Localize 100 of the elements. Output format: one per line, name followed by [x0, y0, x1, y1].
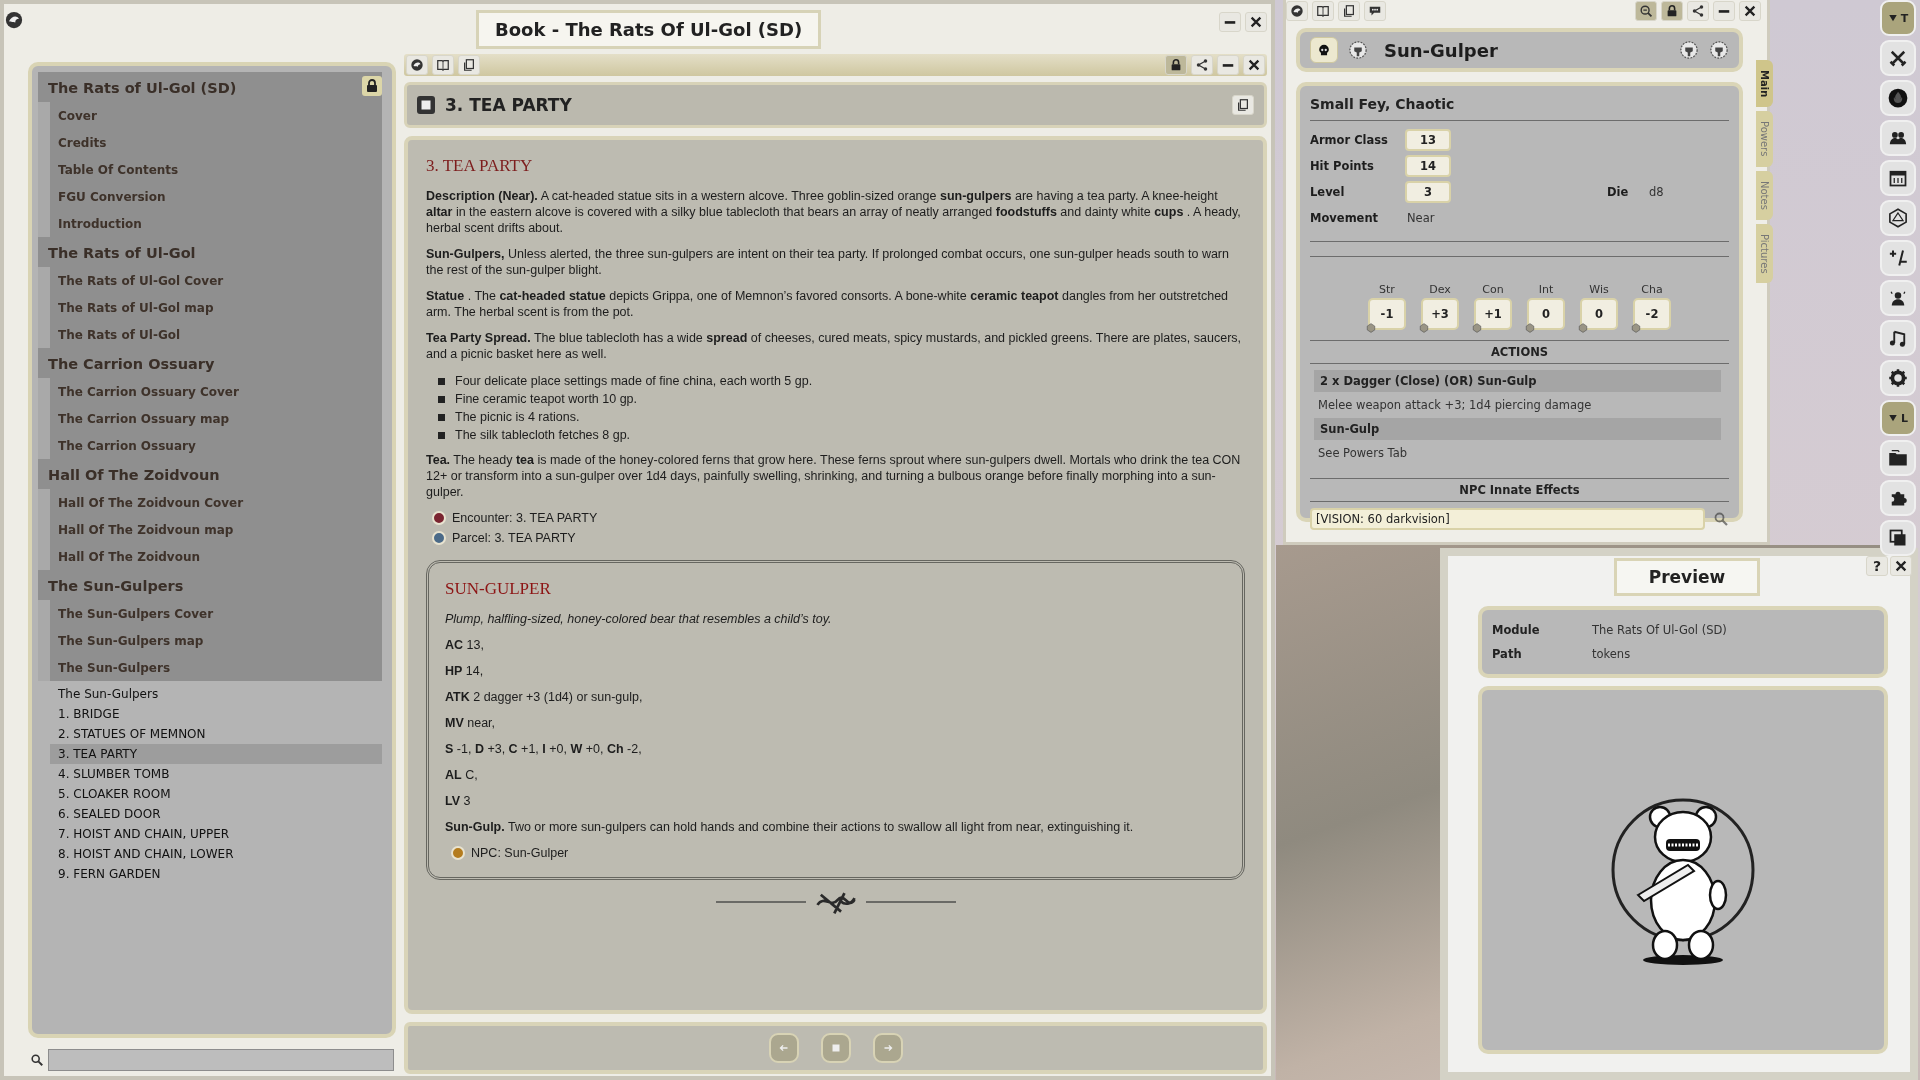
ability-score-field[interactable]: +1 [1474, 298, 1512, 330]
action-name[interactable]: Sun-Gulp [1314, 418, 1721, 440]
page-item[interactable]: 9. FERN GARDEN [50, 864, 382, 884]
lock-button[interactable] [1165, 55, 1187, 75]
ability-score-field[interactable]: 0 [1527, 298, 1565, 330]
ability-score-field[interactable]: +3 [1421, 298, 1459, 330]
crossed-swords-button[interactable] [1880, 40, 1916, 76]
index-item[interactable]: Table Of Contents [50, 156, 382, 183]
zoom-button[interactable] [1635, 1, 1657, 21]
index-section-header[interactable]: The Sun-Gulpers [38, 570, 382, 600]
category-button[interactable]: T [1880, 0, 1916, 36]
die-icon[interactable] [1419, 323, 1429, 333]
die-icon[interactable] [1578, 323, 1588, 333]
page-item[interactable]: 7. HOIST AND CHAIN, UPPER [50, 824, 382, 844]
copy-button[interactable] [1338, 1, 1360, 21]
ability-score-field[interactable]: -1 [1368, 298, 1406, 330]
emblem-icon[interactable] [4, 10, 24, 30]
lock-icon[interactable] [362, 76, 382, 96]
minimize-button[interactable] [1217, 55, 1239, 75]
action-name[interactable]: 2 x Dagger (Close) (OR) Sun-Gulp [1314, 370, 1721, 392]
die-icon[interactable] [1472, 323, 1482, 333]
index-section-header[interactable]: The Rats of Ul-Gol [38, 237, 382, 267]
token-icon[interactable] [1679, 40, 1699, 60]
emblem-button[interactable] [406, 55, 428, 75]
index-item[interactable]: The Sun-Gulpers [50, 654, 382, 681]
parcel-link-icon[interactable] [432, 531, 446, 545]
book-button[interactable] [432, 55, 454, 75]
index-item[interactable]: The Sun-Gulpers Cover [50, 600, 382, 627]
die-icon[interactable] [1525, 323, 1535, 333]
index-item[interactable]: The Carrion Ossuary Cover [50, 378, 382, 405]
index-item[interactable]: Introduction [50, 210, 382, 237]
number-field[interactable]: 14 [1405, 155, 1451, 177]
index-item[interactable]: Cover [50, 102, 382, 129]
token-icon[interactable] [1348, 40, 1368, 60]
stacked-cards-button[interactable] [1880, 520, 1916, 556]
index-item[interactable]: The Rats of Ul-Gol Cover [50, 267, 382, 294]
index-item[interactable]: The Rats of Ul-Gol [50, 321, 382, 348]
page-item[interactable]: 6. SEALED DOOR [50, 804, 382, 824]
encounter-link-icon[interactable] [432, 511, 446, 525]
close-button[interactable] [1243, 55, 1265, 75]
search-field[interactable] [48, 1049, 394, 1071]
close-button[interactable] [1890, 556, 1912, 576]
help-button[interactable]: ? [1866, 556, 1888, 576]
settings-button[interactable] [1880, 360, 1916, 396]
index-item[interactable]: Hall Of The Zoidvoun Cover [50, 489, 382, 516]
share-button[interactable] [1687, 1, 1709, 21]
ability-score-field[interactable]: 0 [1580, 298, 1618, 330]
index-item[interactable]: The Carrion Ossuary map [50, 405, 382, 432]
tab[interactable]: Main [1756, 60, 1773, 108]
index-section-header[interactable]: Hall Of The Zoidvoun [38, 459, 382, 489]
index-item[interactable]: Credits [50, 129, 382, 156]
index-item[interactable]: The Rats of Ul-Gol map [50, 294, 382, 321]
close-button[interactable] [1739, 1, 1761, 21]
minimize-button[interactable] [1219, 12, 1241, 32]
index-item[interactable]: The Sun-Gulpers map [50, 627, 382, 654]
people-button[interactable] [1880, 120, 1916, 156]
plus-minus-button[interactable] [1880, 240, 1916, 276]
npc-link-icon[interactable] [451, 846, 465, 860]
page-item[interactable]: 1. BRIDGE [50, 704, 382, 724]
puzzle-piece-button[interactable] [1880, 480, 1916, 516]
chat-button[interactable] [1364, 1, 1386, 21]
emblem-button[interactable] [1286, 1, 1308, 21]
record-link[interactable]: Parcel: 3. TEA PARTY [452, 530, 576, 546]
index-item[interactable]: The Carrion Ossuary [50, 432, 382, 459]
minimize-button[interactable] [1713, 1, 1735, 21]
person-button[interactable] [1880, 280, 1916, 316]
die-icon[interactable] [1366, 323, 1376, 333]
die-icon[interactable] [1631, 323, 1641, 333]
dice-button[interactable] [1880, 200, 1916, 236]
number-field[interactable]: 3 [1405, 181, 1451, 203]
effect-field[interactable]: [VISION: 60 darkvision] [1310, 508, 1705, 530]
ability-score-field[interactable]: -2 [1633, 298, 1671, 330]
copy-button[interactable] [458, 55, 480, 75]
book-button[interactable] [1312, 1, 1334, 21]
index-item[interactable]: Hall Of The Zoidvoun [50, 543, 382, 570]
lock-button[interactable] [1661, 1, 1683, 21]
flame-button[interactable] [1880, 80, 1916, 116]
search-icon[interactable] [1713, 511, 1729, 527]
copy-button[interactable] [1232, 95, 1254, 115]
music-note-button[interactable] [1880, 320, 1916, 356]
page-item[interactable]: 8. HOIST AND CHAIN, LOWER [50, 844, 382, 864]
share-button[interactable] [1191, 55, 1213, 75]
folder-button[interactable] [1880, 440, 1916, 476]
record-link[interactable]: Encounter: 3. TEA PARTY [452, 510, 598, 526]
index-item[interactable]: Hall Of The Zoidvoun map [50, 516, 382, 543]
category-button[interactable]: L [1880, 400, 1916, 436]
index-item[interactable]: FGU Conversion [50, 183, 382, 210]
page-item[interactable]: 5. CLOAKER ROOM [50, 784, 382, 804]
index-section-header[interactable]: The Rats of Ul-Gol (SD) [38, 72, 382, 102]
index-section-header[interactable]: The Carrion Ossuary [38, 348, 382, 378]
record-link[interactable]: NPC: Sun-Gulper [471, 845, 569, 861]
close-button[interactable] [1245, 12, 1267, 32]
page-item[interactable]: 3. TEA PARTY [50, 744, 382, 764]
page-item[interactable]: 4. SLUMBER TOMB [50, 764, 382, 784]
page-item[interactable]: The Sun-Gulpers [50, 684, 382, 704]
calendar-button[interactable] [1880, 160, 1916, 196]
number-field[interactable]: 13 [1405, 129, 1451, 151]
token-icon[interactable] [1709, 40, 1729, 60]
skull-button[interactable] [1310, 37, 1338, 63]
page-item[interactable]: 2. STATUES OF MEMNON [50, 724, 382, 744]
